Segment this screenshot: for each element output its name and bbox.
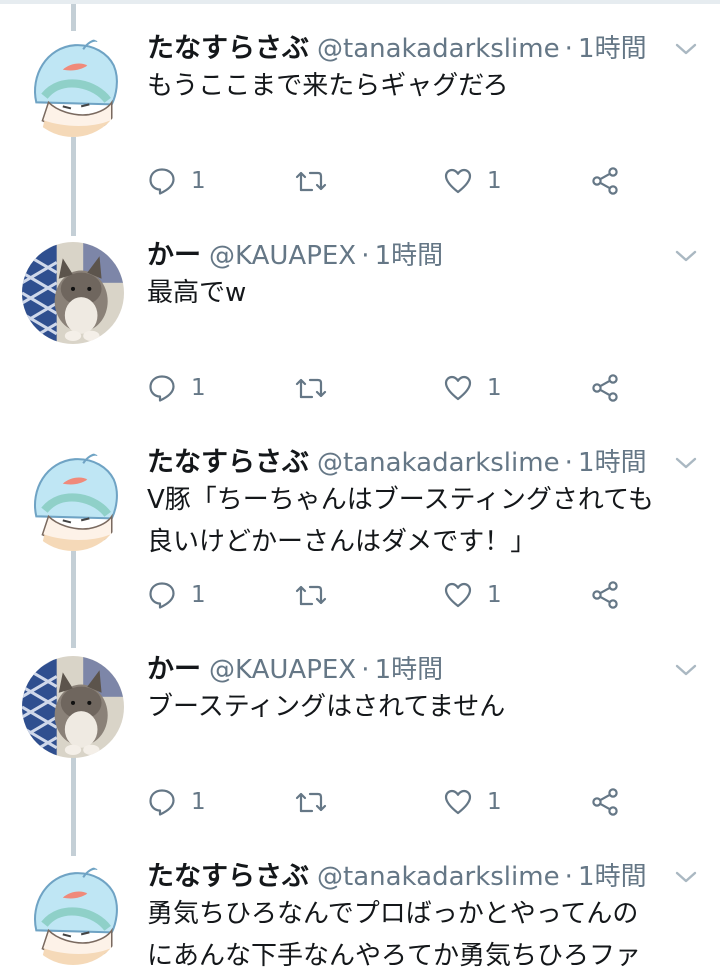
tweet[interactable]: たなすらさぶ @tanakadarkslime · 1時間 V豚「ちーちゃんはブー… [0,447,720,649]
share-button[interactable] [590,368,620,408]
like-count: 1 [487,168,502,194]
chevron-down-icon[interactable] [674,660,698,680]
retweet-icon [293,787,329,817]
display-name[interactable]: かー [147,240,201,271]
tweet-text: V豚「ちーちゃんはブースティングされても 良いけどかーさんはダメです！」 [147,485,654,557]
separator: · [361,241,370,271]
tweet-text: もうここまで来たらギャグだろ [147,71,509,101]
share-button[interactable] [590,782,620,822]
tweet-text: 最高でw [147,278,247,308]
top-divider [0,0,720,4]
timestamp[interactable]: 1時間 [578,448,647,478]
share-icon [590,166,620,196]
separator: · [361,655,370,685]
tweet-text: ブースティングはされてません [147,692,506,722]
chevron-down-icon[interactable] [674,246,698,266]
reply-count: 1 [191,168,206,194]
tweet-header: たなすらさぶ @tanakadarkslime · 1時間 [147,863,660,897]
retweet-icon [293,166,329,196]
reply-count: 1 [191,582,206,608]
reply-icon [147,580,177,610]
like-count: 1 [487,789,502,815]
user-handle[interactable]: @tanakadarkslime [317,34,560,64]
tweet-header: かー @KAUAPEX · 1時間 [147,650,660,690]
cat-photo-avatar-icon [22,656,124,758]
avatar[interactable] [22,242,124,344]
retweet-button[interactable] [293,575,343,615]
tweet-header: かー @KAUAPEX · 1時間 [147,236,660,276]
heart-icon [443,166,473,196]
share-icon [590,373,620,403]
display-name[interactable]: かー [147,654,201,685]
retweet-button[interactable] [293,368,343,408]
reply-icon [147,787,177,817]
tweet[interactable]: たなすらさぶ @tanakadarkslime · 1時間 勇気ちひろなんでプロば… [0,863,720,979]
reply-button[interactable]: 1 [147,368,206,408]
like-button[interactable]: 1 [443,368,502,408]
display-name[interactable]: たなすらさぶ [147,863,309,892]
avatar[interactable] [22,35,124,137]
heart-icon [443,787,473,817]
tweet-actions: 1 1 [0,575,720,615]
share-icon [590,787,620,817]
slime-character-avatar-icon [22,863,124,965]
tweet-actions: 1 1 [0,161,720,201]
tweet-text: 勇気ちひろなんでプロばっかとやってんの にあんな下手なんやろてか勇気ちひろファ [147,899,642,971]
reply-icon [147,166,177,196]
like-count: 1 [487,582,502,608]
retweet-button[interactable] [293,161,343,201]
user-handle[interactable]: @tanakadarkslime [317,448,560,478]
thread-line [71,4,76,31]
tweet-header: たなすらさぶ @tanakadarkslime · 1時間 [147,29,660,69]
share-button[interactable] [590,575,620,615]
like-button[interactable]: 1 [443,161,502,201]
slime-character-avatar-icon [22,449,124,551]
tweet[interactable]: かー @KAUAPEX · 1時間 ブースティングはされてません 1 1 [0,654,720,856]
separator: · [564,34,573,64]
tweet[interactable]: たなすらさぶ @tanakadarkslime · 1時間 もうここまで来たらギャ… [0,33,720,235]
display-name[interactable]: たなすらさぶ [147,33,309,64]
retweet-button[interactable] [293,782,343,822]
heart-icon [443,373,473,403]
chevron-down-icon[interactable] [674,867,698,887]
avatar[interactable] [22,863,124,965]
tweet[interactable]: かー @KAUAPEX · 1時間 最高でw 1 1 [0,240,720,442]
reply-count: 1 [191,375,206,401]
user-handle[interactable]: @KAUAPEX [209,655,356,685]
slime-character-avatar-icon [22,35,124,137]
reply-button[interactable]: 1 [147,782,206,822]
user-handle[interactable]: @tanakadarkslime [317,863,560,892]
tweet-header: たなすらさぶ @tanakadarkslime · 1時間 [147,443,660,483]
reply-icon [147,373,177,403]
retweet-icon [293,580,329,610]
separator: · [564,448,573,478]
avatar[interactable] [22,449,124,551]
reply-count: 1 [191,789,206,815]
tweet-actions: 1 1 [0,782,720,822]
cat-photo-avatar-icon [22,242,124,344]
display-name[interactable]: たなすらさぶ [147,447,309,478]
timestamp[interactable]: 1時間 [375,655,444,685]
timestamp[interactable]: 1時間 [578,34,647,64]
avatar[interactable] [22,656,124,758]
chevron-down-icon[interactable] [674,39,698,59]
user-handle[interactable]: @KAUAPEX [209,241,356,271]
timestamp[interactable]: 1時間 [578,863,647,892]
like-button[interactable]: 1 [443,782,502,822]
retweet-icon [293,373,329,403]
like-count: 1 [487,375,502,401]
share-button[interactable] [590,161,620,201]
tweet-actions: 1 1 [0,368,720,408]
timestamp[interactable]: 1時間 [375,241,444,271]
chevron-down-icon[interactable] [674,453,698,473]
reply-button[interactable]: 1 [147,161,206,201]
reply-button[interactable]: 1 [147,575,206,615]
like-button[interactable]: 1 [443,575,502,615]
separator: · [564,863,573,892]
heart-icon [443,580,473,610]
share-icon [590,580,620,610]
